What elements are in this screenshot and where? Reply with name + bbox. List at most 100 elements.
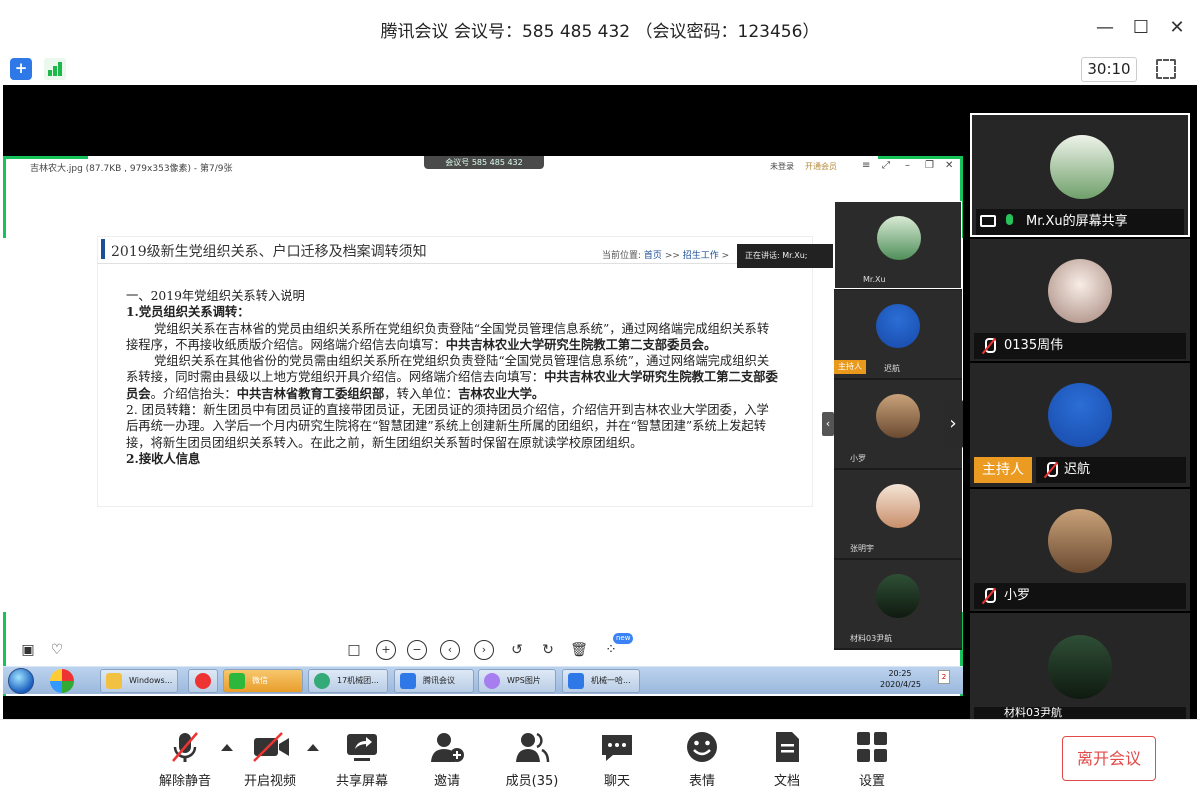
rotate-left-icon[interactable]: ↺ xyxy=(507,640,527,660)
taskbar-item[interactable] xyxy=(188,669,218,693)
inner-tile[interactable]: 主持人 迟航 xyxy=(834,290,962,378)
meeting-id-pill[interactable]: 会议号 585 485 432 xyxy=(424,156,544,169)
participant-name: 迟航 xyxy=(1036,457,1186,483)
breadcrumb-separator: >> xyxy=(664,251,680,261)
login-status[interactable]: 未登录 xyxy=(770,161,794,172)
avatar xyxy=(876,484,920,528)
taskbar-item[interactable]: 17机械团... xyxy=(308,669,388,693)
zoom-out-icon[interactable]: − xyxy=(407,640,427,660)
document-title: 2019级新生党组织关系、户口迁移及档案调转须知 xyxy=(111,244,427,260)
viewer-fullscreen-icon[interactable]: ⤢ xyxy=(882,160,890,171)
next-icon[interactable]: › xyxy=(474,640,494,660)
document-body: 一、2019年党组织关系转入说明 1.党员组织关系调转： 党组织关系在吉林省的党… xyxy=(126,288,781,467)
doc-paragraph: 2. 团员转籍：新生团员中有团员证的直接带团员证，无团员证的须持团员介绍信，介绍… xyxy=(126,403,769,450)
network-signal-icon[interactable] xyxy=(44,58,66,80)
pinned-app-icon[interactable] xyxy=(50,669,74,693)
smiley-icon xyxy=(684,729,720,765)
share-screen-icon xyxy=(344,729,380,765)
viewer-restore-icon[interactable]: ❐ xyxy=(925,160,934,171)
security-shield-icon[interactable] xyxy=(10,58,32,80)
avatar xyxy=(877,216,921,260)
video-label: 开启视频 xyxy=(243,774,296,789)
start-video-button[interactable]: 开启视频 xyxy=(230,729,310,789)
taskbar-item[interactable]: WPS图片 xyxy=(478,669,556,693)
vip-link[interactable]: 开通会员 xyxy=(805,161,837,172)
invite-label: 邀请 xyxy=(433,774,460,789)
inner-tile[interactable]: 材料03尹航 xyxy=(834,560,962,648)
tray-date: 2020/4/25 xyxy=(880,680,922,689)
breadcrumb-separator: > xyxy=(721,251,730,261)
fit-window-icon[interactable]: □ xyxy=(344,640,364,660)
start-button[interactable] xyxy=(8,668,34,694)
new-badge: new xyxy=(613,633,634,644)
members-button[interactable]: 成员(35) xyxy=(492,729,572,789)
document-cutoff xyxy=(97,507,813,607)
settings-button[interactable]: 设置 xyxy=(832,729,912,789)
rotate-right-icon[interactable]: ↻ xyxy=(538,640,558,660)
taskbar-item[interactable]: 腾讯会议 xyxy=(394,669,474,693)
invite-button[interactable]: 邀请 xyxy=(407,729,487,789)
documents-button[interactable]: 文档 xyxy=(747,729,827,789)
avatar xyxy=(876,394,920,438)
document-icon xyxy=(769,729,805,765)
avatar xyxy=(876,304,920,348)
tray-time: 20:25 xyxy=(888,669,912,678)
fullscreen-icon[interactable] xyxy=(1156,59,1176,79)
close-button[interactable]: ✕ xyxy=(1165,16,1189,40)
unmute-button[interactable]: 解除静音 xyxy=(145,729,225,789)
doc-paragraph: 党组织关系在其他省份的党员需由组织关系所在党组织负责登陆“全国党员管理信息系统”… xyxy=(126,354,778,401)
participant-tile[interactable]: 0135周伟 xyxy=(970,239,1190,361)
host-badge: 主持人 xyxy=(834,360,866,374)
viewer-menu-icon[interactable]: ≡ xyxy=(862,160,870,171)
participant-tile[interactable]: Mr.Xu的屏幕共享 xyxy=(970,113,1190,237)
prev-image-arrow-icon[interactable]: ‹ xyxy=(822,412,834,436)
emoji-label: 表情 xyxy=(688,774,715,789)
inner-tile[interactable]: 张明宇 xyxy=(834,470,962,558)
participant-tile[interactable]: 迟航 主持人 xyxy=(970,363,1190,487)
delete-icon[interactable]: 🗑 xyxy=(569,640,589,660)
mic-muted-icon xyxy=(1044,462,1058,478)
minimize-button[interactable]: — xyxy=(1093,16,1117,40)
meeting-timer: 30:10 xyxy=(1081,57,1137,82)
participant-name: 小罗 xyxy=(974,583,1186,609)
maximize-button[interactable]: ☐ xyxy=(1129,16,1153,40)
viewer-minimize-icon[interactable]: – xyxy=(905,160,910,171)
previous-icon[interactable]: ‹ xyxy=(440,640,460,660)
participant-tile[interactable]: 小罗 xyxy=(970,489,1190,611)
participant-tile[interactable]: 材料03尹航 xyxy=(970,613,1190,719)
zoom-in-icon[interactable]: + xyxy=(376,640,396,660)
image-viewer-title: 吉林农大.jpg (87.7KB , 979x353像素) - 第7/9张 xyxy=(30,164,233,174)
avatar xyxy=(1048,509,1112,573)
emoji-button[interactable]: 表情 xyxy=(662,729,742,789)
title-bar: 腾讯会议 会议号：585 485 432 （会议密码：123456） — ☐ ✕ xyxy=(0,0,1200,55)
chat-label: 聊天 xyxy=(603,774,630,789)
host-badge: 主持人 xyxy=(974,457,1032,483)
participant-name: 0135周伟 xyxy=(974,333,1186,359)
settings-grid-icon xyxy=(854,729,890,765)
share-screen-button[interactable]: 共享屏幕 xyxy=(322,729,402,789)
screen-share-icon xyxy=(980,215,996,227)
doc-paragraph: 一、2019年党组织关系转入说明 xyxy=(126,289,305,303)
share-frame-corner xyxy=(3,156,88,159)
inner-tile-name: 张明宇 xyxy=(850,544,874,553)
gallery-icon[interactable]: ▣ xyxy=(18,640,38,660)
add-user-icon xyxy=(429,729,465,765)
taskbar-item[interactable]: Windows... xyxy=(100,669,178,693)
taskbar-item[interactable]: 微信 xyxy=(223,669,303,693)
share-label: 共享屏幕 xyxy=(335,774,388,789)
tray-clock[interactable]: 20:25 2020/4/25 xyxy=(880,668,922,690)
taskbar-item[interactable]: 机械一哈... xyxy=(562,669,640,693)
members-label: 成员(35) xyxy=(505,774,559,789)
doc-paragraph: 党组织关系在吉林省的党员由组织关系所在党组织负责登陆“全国党员管理信息系统”，通… xyxy=(126,321,770,352)
viewer-close-icon[interactable]: ✕ xyxy=(945,160,953,171)
video-options-caret-icon[interactable] xyxy=(307,744,319,751)
next-page-arrow-icon[interactable]: › xyxy=(943,400,963,448)
favorite-heart-icon[interactable]: ♡ xyxy=(47,640,67,660)
inner-tile-name: 迟航 xyxy=(884,364,900,373)
chat-button[interactable]: 聊天 xyxy=(577,729,657,789)
inner-tile-name: 材料03尹航 xyxy=(850,634,893,643)
mic-muted-icon xyxy=(982,338,996,354)
leave-meeting-button[interactable]: 离开会议 xyxy=(1062,736,1156,781)
inner-tile[interactable]: Mr.Xu xyxy=(834,201,962,289)
notification-badge[interactable]: 2 xyxy=(938,670,950,684)
